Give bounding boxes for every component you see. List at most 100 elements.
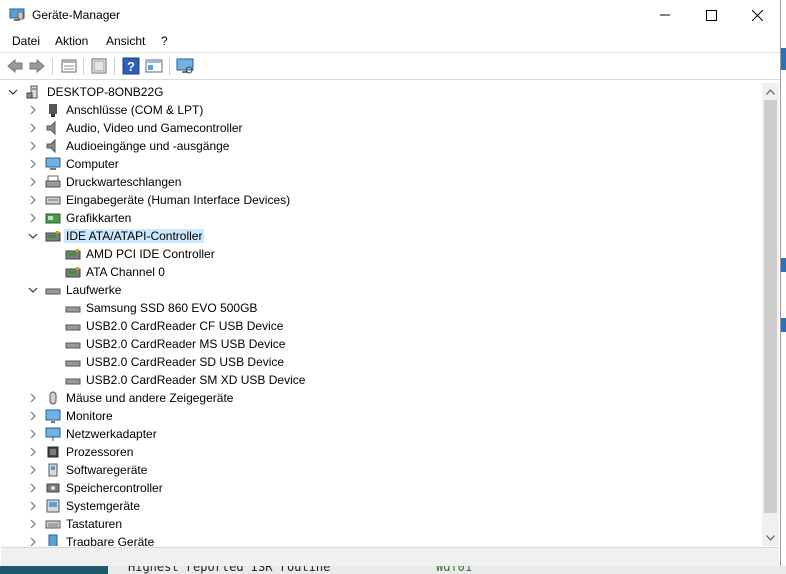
tree-child-item[interactable]: USB2.0 CardReader MS USB Device	[1, 335, 762, 353]
background-app-edge	[781, 0, 786, 574]
device-tree[interactable]: DESKTOP-8ONB22G Anschlüsse (COM & LPT) Au…	[1, 83, 762, 546]
menu-help[interactable]: ?	[161, 34, 168, 48]
portable-device-icon	[48, 534, 58, 546]
tree-category-item[interactable]: Netzwerkadapter	[1, 425, 762, 443]
tree-item-label: Softwaregeräte	[66, 463, 148, 477]
tree-category-item[interactable]: Laufwerke	[1, 281, 762, 299]
chevron-right-icon[interactable]	[27, 193, 39, 207]
tree-root[interactable]: DESKTOP-8ONB22G	[1, 83, 762, 101]
ide-controller-icon	[45, 231, 61, 242]
toolbar: ?	[0, 52, 780, 80]
chevron-right-icon[interactable]	[27, 157, 39, 171]
tree-item-label: AMD PCI IDE Controller	[86, 247, 215, 261]
tree-item-label: Monitore	[66, 409, 113, 423]
ide-controller-icon	[65, 249, 81, 260]
tree-child-item[interactable]: Samsung SSD 860 EVO 500GB	[1, 299, 762, 317]
tree-category-item[interactable]: Tastaturen	[1, 515, 762, 533]
minimize-button[interactable]	[642, 0, 688, 30]
computer-root-icon	[26, 85, 38, 99]
menu-datei[interactable]: Datei	[12, 34, 40, 48]
software-device-icon	[48, 463, 58, 477]
tree-category-item[interactable]: Tragbare Geräte	[1, 533, 762, 546]
tree-category-item[interactable]: Mäuse und andere Zeigegeräte	[1, 389, 762, 407]
close-icon	[751, 9, 763, 21]
chevron-right-icon[interactable]	[27, 481, 39, 495]
keyboard-icon	[45, 520, 61, 529]
display-adapter-icon	[45, 213, 61, 224]
view-icon[interactable]	[145, 57, 163, 75]
tree-item-label: Speichercontroller	[66, 481, 163, 495]
vertical-scrollbar[interactable]	[762, 83, 779, 546]
status-bar	[1, 547, 779, 566]
forward-icon[interactable]	[28, 57, 46, 75]
chevron-right-icon[interactable]	[27, 463, 39, 477]
chevron-right-icon[interactable]	[27, 211, 39, 225]
chevron-right-icon[interactable]	[27, 175, 39, 189]
hid-icon	[45, 196, 61, 205]
tree-item-label: Laufwerke	[66, 283, 122, 297]
maximize-button[interactable]	[688, 0, 734, 30]
chevron-right-icon[interactable]	[27, 427, 39, 441]
speaker-icon	[46, 138, 56, 154]
tree-category-item[interactable]: Computer	[1, 155, 762, 173]
help-icon[interactable]: ?	[122, 57, 140, 75]
chevron-down-icon[interactable]	[27, 229, 39, 243]
tree-category-item[interactable]: Grafikkarten	[1, 209, 762, 227]
chevron-right-icon[interactable]	[27, 121, 39, 135]
chevron-right-icon[interactable]	[27, 517, 39, 531]
maximize-icon	[705, 9, 717, 21]
tree-category-item[interactable]: Softwaregeräte	[1, 461, 762, 479]
tree-child-item[interactable]: ATA Channel 0	[1, 263, 762, 281]
tree-category-item[interactable]: Prozessoren	[1, 443, 762, 461]
tree-category-item[interactable]: Systemgeräte	[1, 497, 762, 515]
minimize-icon	[660, 14, 670, 16]
tree-item-label: Netzwerkadapter	[66, 427, 157, 441]
chevron-down-icon[interactable]	[7, 85, 19, 99]
drive-icon	[45, 288, 61, 295]
properties-icon[interactable]	[60, 57, 78, 75]
tree-category-item[interactable]: Anschlüsse (COM & LPT)	[1, 101, 762, 119]
chevron-right-icon[interactable]	[27, 409, 39, 423]
scroll-down-button[interactable]	[762, 529, 779, 546]
background-app-strip: Highest reported ISR routine Wdf01	[0, 566, 786, 574]
tree-item-label: Druckwarteschlangen	[66, 175, 182, 189]
system-device-icon	[46, 499, 60, 513]
tree-item-label: USB2.0 CardReader SD USB Device	[86, 355, 285, 369]
tree-item-label: ATA Channel 0	[86, 265, 165, 279]
tree-child-item[interactable]: USB2.0 CardReader SD USB Device	[1, 353, 762, 371]
back-icon[interactable]	[6, 57, 24, 75]
tree-category-item[interactable]: Audioeingänge und -ausgänge	[1, 137, 762, 155]
chevron-right-icon[interactable]	[27, 391, 39, 405]
drive-icon	[65, 342, 81, 349]
drive-icon	[65, 378, 81, 385]
tree-category-item[interactable]: Audio, Video und Gamecontroller	[1, 119, 762, 137]
device-manager-window: Geräte-Manager Datei Aktion Ansicht ? ? …	[0, 0, 781, 566]
chevron-right-icon[interactable]	[27, 535, 39, 546]
tree-child-item[interactable]: USB2.0 CardReader SM XD USB Device	[1, 371, 762, 389]
chevron-right-icon[interactable]	[27, 103, 39, 117]
tree-category-item[interactable]: Monitore	[1, 407, 762, 425]
tree-category-item[interactable]: Druckwarteschlangen	[1, 173, 762, 191]
tree-child-item[interactable]: AMD PCI IDE Controller	[1, 245, 762, 263]
tree-category-item[interactable]: Speichercontroller	[1, 479, 762, 497]
tree-item-label: USB2.0 CardReader SM XD USB Device	[86, 373, 306, 387]
tree-item-label: Systemgeräte	[66, 499, 141, 513]
tree-root-label: DESKTOP-8ONB22G	[47, 85, 164, 99]
title-bar[interactable]: Geräte-Manager	[0, 0, 780, 30]
tree-category-item[interactable]: Eingabegeräte (Human Interface Devices)	[1, 191, 762, 209]
tree-category-item[interactable]: IDE ATA/ATAPI-Controller	[1, 227, 762, 245]
update-driver-icon[interactable]	[90, 57, 108, 75]
menu-bar: Datei Aktion Ansicht ?	[0, 31, 780, 51]
tree-child-item[interactable]: USB2.0 CardReader CF USB Device	[1, 317, 762, 335]
monitor-scan-icon[interactable]	[176, 57, 194, 75]
chevron-down-icon[interactable]	[27, 283, 39, 297]
chevron-right-icon[interactable]	[27, 445, 39, 459]
menu-aktion[interactable]: Aktion	[55, 34, 88, 48]
scroll-up-button[interactable]	[762, 83, 779, 100]
menu-ansicht[interactable]: Ansicht	[106, 34, 145, 48]
chevron-right-icon[interactable]	[27, 139, 39, 153]
chevron-right-icon[interactable]	[27, 499, 39, 513]
scroll-thumb[interactable]	[764, 100, 777, 513]
computer-icon	[45, 157, 61, 170]
close-button[interactable]	[734, 0, 780, 30]
